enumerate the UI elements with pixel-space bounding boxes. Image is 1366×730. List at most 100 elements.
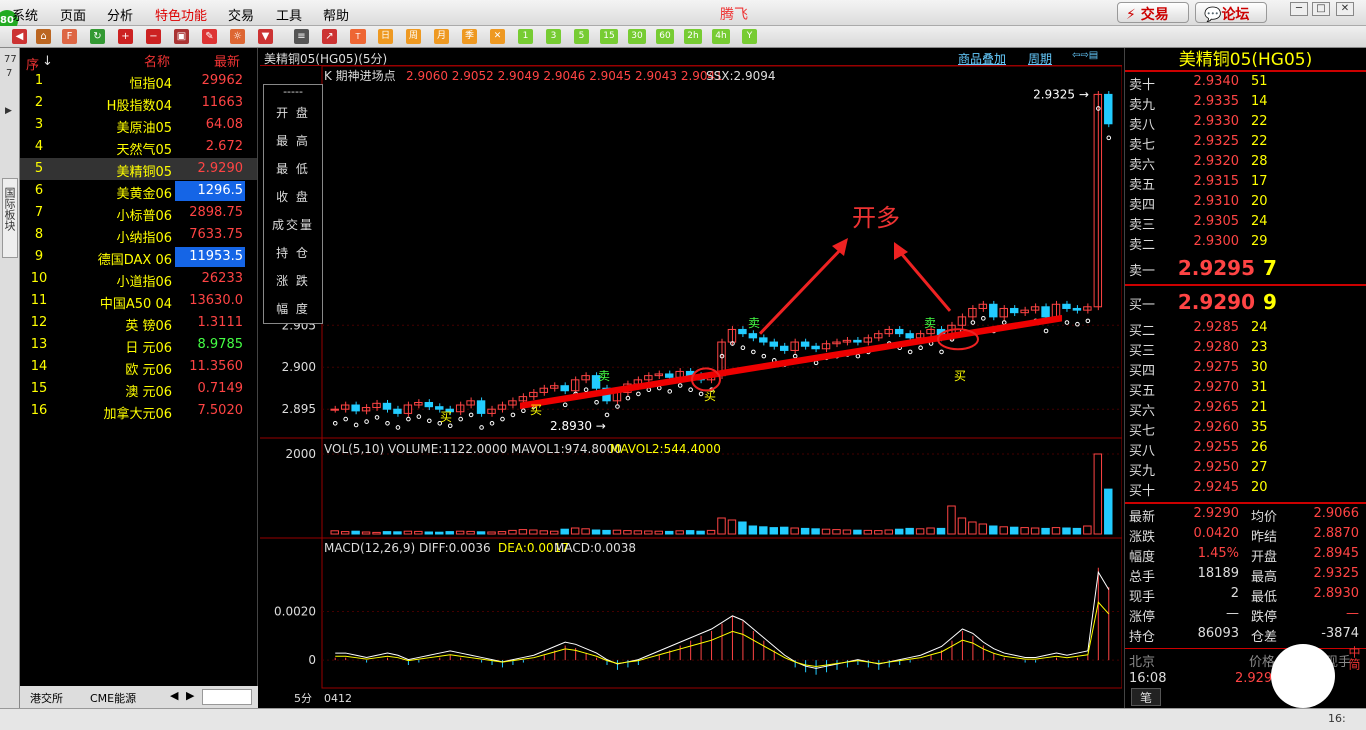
- minimize-icon[interactable]: ─: [1290, 2, 1308, 16]
- draw-icon[interactable]: ✎: [202, 29, 217, 44]
- menu-help[interactable]: 帮助: [323, 5, 349, 24]
- list-item[interactable]: 9 德国DAX 06 11953.5: [20, 246, 257, 268]
- chart-svg[interactable]: K 期神进场点 2.9060 2.9052 2.9049 2.9046 2.90…: [260, 66, 1122, 708]
- scroll-right-icon[interactable]: ▶: [186, 689, 194, 702]
- period-3m[interactable]: 3: [546, 29, 561, 44]
- bid-row[interactable]: 买六 2.9265 21: [1125, 398, 1366, 419]
- tick-price: 2.929: [1235, 671, 1273, 686]
- bid-row[interactable]: 买十 2.9245 20: [1125, 478, 1366, 499]
- ask-row[interactable]: 卖二 2.9300 29: [1125, 232, 1366, 253]
- bid-1-row[interactable]: 买一 2.9290 9: [1125, 286, 1366, 318]
- period-1m[interactable]: 1: [518, 29, 533, 44]
- list-item[interactable]: 6 美黄金06 1296.5: [20, 180, 257, 202]
- period-60m[interactable]: 60: [656, 29, 674, 44]
- list-item[interactable]: 5 美精铜05 2.9290: [20, 158, 257, 180]
- bid-row[interactable]: 买八 2.9255 26: [1125, 438, 1366, 459]
- close-icon[interactable]: ✕: [1336, 2, 1354, 16]
- list-item[interactable]: 11 中国A50 04 13630.0: [20, 290, 257, 312]
- list-item[interactable]: 1 恒指04 29962: [20, 70, 257, 92]
- trade-button[interactable]: ⚡ 交易: [1117, 2, 1189, 23]
- tab-hkex[interactable]: 港交所: [30, 690, 63, 706]
- ask-row[interactable]: 卖七 2.9325 22: [1125, 132, 1366, 153]
- period-30m[interactable]: 30: [628, 29, 646, 44]
- list-item[interactable]: 4 天然气05 2.672: [20, 136, 257, 158]
- period-link[interactable]: 周期: [1028, 50, 1052, 67]
- horizontal-scrollbar[interactable]: [202, 689, 252, 705]
- period-5m[interactable]: 5: [574, 29, 589, 44]
- bid-row[interactable]: 买七 2.9260 35: [1125, 418, 1366, 439]
- menu-trade[interactable]: 交易: [228, 5, 254, 24]
- zoom-out-icon[interactable]: −: [146, 29, 161, 44]
- ask-row[interactable]: 卖九 2.9335 14: [1125, 92, 1366, 113]
- list-item[interactable]: 10 小道指06 26233: [20, 268, 257, 290]
- ask-row[interactable]: 卖三 2.9305 24: [1125, 212, 1366, 233]
- menu-system[interactable]: 系统: [12, 5, 38, 24]
- volume-bar: [550, 530, 559, 535]
- bid-row[interactable]: 买四 2.9275 30: [1125, 358, 1366, 379]
- list-item[interactable]: 13 日 元06 8.9785: [20, 334, 257, 356]
- ask-row[interactable]: 卖八 2.9330 22: [1125, 112, 1366, 133]
- period-week[interactable]: 周: [406, 29, 421, 44]
- list-item-price: 2.9290: [197, 161, 244, 176]
- menu-analysis[interactable]: 分析: [107, 5, 133, 24]
- period-month[interactable]: 月: [434, 29, 449, 44]
- period-15m[interactable]: 15: [600, 29, 618, 44]
- alert-icon[interactable]: ☼: [230, 29, 245, 44]
- tick-icon[interactable]: T: [350, 29, 366, 44]
- period-custom-icon[interactable]: ✕: [490, 29, 505, 44]
- ask-1-row[interactable]: 卖一 2.9295 7: [1125, 252, 1366, 284]
- layout-icons[interactable]: ⇦⇨▤: [1072, 50, 1098, 61]
- chart-icon[interactable]: ↗: [322, 29, 337, 44]
- list-item[interactable]: 7 小标普06 2898.75: [20, 202, 257, 224]
- list-item[interactable]: 12 英 镑06 1.3111: [20, 312, 257, 334]
- collapse-arrow-icon[interactable]: ▶: [5, 106, 12, 116]
- signal-dot: [1043, 328, 1049, 334]
- period-season[interactable]: 季: [462, 29, 477, 44]
- list-item[interactable]: 3 美原油05 64.08: [20, 114, 257, 136]
- bid-price: 2.9260: [1193, 420, 1240, 435]
- home-icon[interactable]: ⌂: [36, 29, 51, 44]
- bid-row[interactable]: 买五 2.9270 31: [1125, 378, 1366, 399]
- list-item[interactable]: 16 加拿大元06 7.5020: [20, 400, 257, 422]
- ask-row[interactable]: 卖十 2.9340 51: [1125, 72, 1366, 93]
- bid-row[interactable]: 买三 2.9280 23: [1125, 338, 1366, 359]
- f10-icon[interactable]: F: [62, 29, 77, 44]
- floating-widget-icon[interactable]: 中简: [1339, 646, 1363, 706]
- menu-special[interactable]: 特色功能: [155, 5, 207, 24]
- period-day[interactable]: 日: [378, 29, 393, 44]
- list-item-no: 4: [34, 139, 44, 154]
- header-last[interactable]: 最新: [214, 51, 240, 70]
- ask-row[interactable]: 卖四 2.9310 20: [1125, 192, 1366, 213]
- bid-row[interactable]: 买九 2.9250 27: [1125, 458, 1366, 479]
- back-icon[interactable]: ◀: [12, 29, 27, 44]
- bid-row[interactable]: 买二 2.9285 24: [1125, 318, 1366, 339]
- window-icon[interactable]: ▣: [174, 29, 189, 44]
- tab-tick[interactable]: 笔: [1131, 688, 1161, 706]
- period-year[interactable]: Y: [742, 29, 757, 44]
- list-item[interactable]: 2 H股指数04 11663: [20, 92, 257, 114]
- volume-bar: [602, 529, 611, 535]
- menu-page[interactable]: 页面: [60, 5, 86, 24]
- period-4h[interactable]: 4h: [712, 29, 730, 44]
- filter-icon[interactable]: ▼: [258, 29, 273, 44]
- ask-row[interactable]: 卖六 2.9320 28: [1125, 152, 1366, 173]
- scroll-left-icon[interactable]: ◀: [170, 689, 178, 702]
- stat-value: 2.9325: [1313, 566, 1360, 581]
- list-item[interactable]: 8 小纳指06 7633.75: [20, 224, 257, 246]
- header-name[interactable]: 名称: [144, 51, 170, 70]
- forum-button[interactable]: 💬论坛: [1195, 2, 1267, 23]
- list-item[interactable]: 15 澳 元06 0.7149: [20, 378, 257, 400]
- refresh-icon[interactable]: ↻: [90, 29, 105, 44]
- ask-row[interactable]: 卖五 2.9315 17: [1125, 172, 1366, 193]
- tab-international-sector[interactable]: 国际板块: [2, 178, 18, 258]
- signal-dot: [688, 387, 693, 393]
- menu-tools[interactable]: 工具: [276, 5, 302, 24]
- overlay-link[interactable]: 商品叠加: [958, 50, 1006, 67]
- period-2h[interactable]: 2h: [684, 29, 702, 44]
- list-item[interactable]: 14 欧 元06 11.3560: [20, 356, 257, 378]
- tab-cme-energy[interactable]: CME能源: [90, 690, 136, 706]
- list-item-name: 德国DAX 06: [97, 253, 172, 268]
- zoom-in-icon[interactable]: +: [118, 29, 133, 44]
- table-icon[interactable]: ≡: [294, 29, 309, 44]
- maximize-icon[interactable]: □: [1312, 2, 1330, 16]
